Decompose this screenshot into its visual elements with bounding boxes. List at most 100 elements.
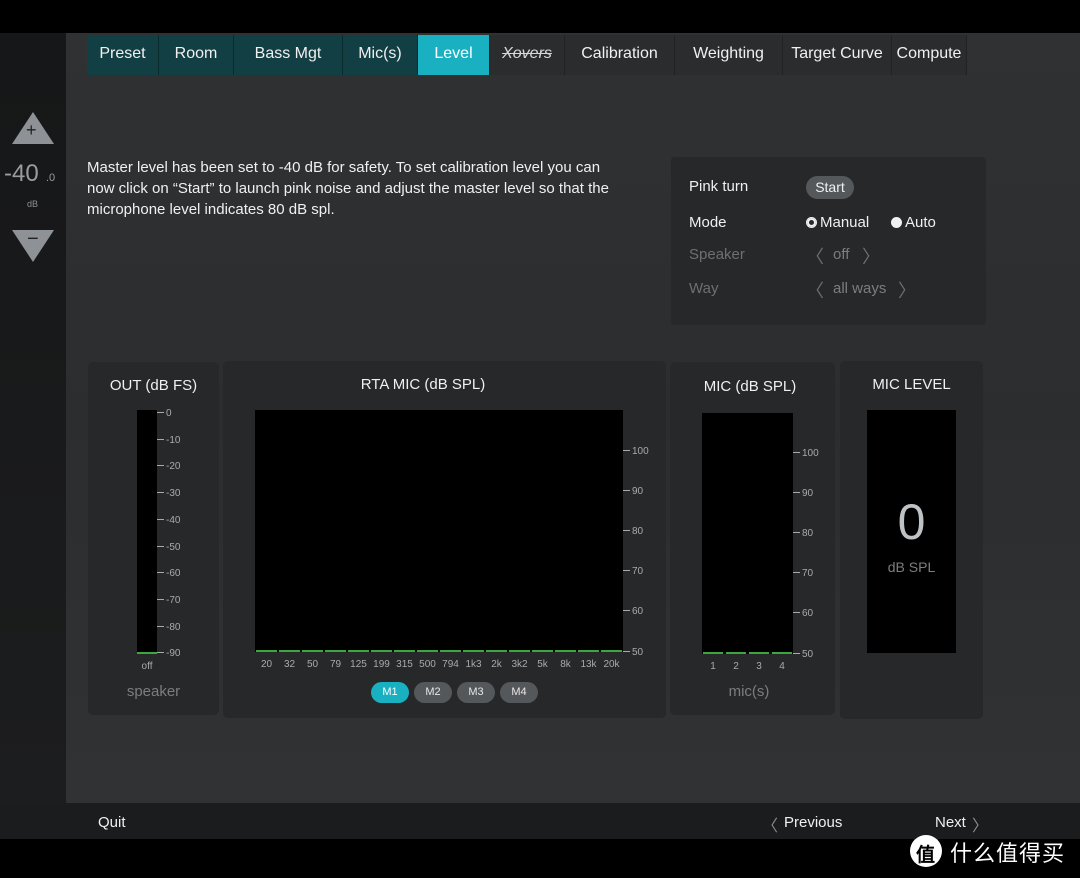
mic-meter-tick: 50 [793,649,813,660]
watermark-text: 什么值得买 [950,841,1066,866]
tab-label: Calibration [581,45,658,62]
out-meter-off-label: off [141,661,153,672]
mic-m1-button[interactable]: M1 [371,682,409,703]
tab-target-curve[interactable]: Target Curve [783,35,892,75]
tab-level[interactable]: Level [418,35,490,75]
out-meter-tick: -30 [157,488,180,499]
master-level-value: -40 [4,160,39,187]
way-prev-icon[interactable]: 〈 [806,277,824,303]
rta-band-label: 79 [329,659,342,670]
mode-auto-radio[interactable]: Auto [891,214,936,231]
start-button[interactable]: Start [806,176,854,199]
mode-manual-radio[interactable]: Manual [806,214,869,231]
volume-up-button[interactable]: + [12,112,54,144]
mode-label: Mode [689,214,727,231]
way-label: Way [689,280,719,297]
rta-band-label: 2k [491,659,502,670]
next-chevron-icon: 〉 [972,818,989,835]
rta-band-bar [578,650,599,652]
mic-meter-tick: 90 [793,488,813,499]
volume-down-button[interactable]: − [12,228,54,262]
mic-channel-label: 4 [779,661,785,672]
mic-channel-label: 3 [756,661,762,672]
rta-display [255,410,623,652]
rta-tick: 50 [623,647,643,658]
rta-tick: 80 [623,526,643,537]
tab-compute[interactable]: Compute [892,35,967,75]
mic-channel-label: 1 [710,661,716,672]
tab-label: Mic(s) [358,45,402,62]
mic-m2-button[interactable]: M2 [414,682,452,703]
speaker-label: Speaker [689,246,745,263]
tab-label: Weighting [693,45,764,62]
rta-band-label: 8k [560,659,571,670]
rta-band-bar [463,650,484,652]
mic-channel-bar [726,652,746,654]
rta-band-bar [509,650,530,652]
left-sidebar [0,33,66,803]
speaker-sublabel: speaker [126,683,181,700]
mic-meter-tick: 100 [793,448,819,459]
rta-band-label: 50 [306,659,319,670]
rta-band-bar [279,650,300,652]
master-level-decimal: .0 [46,172,56,184]
tab-preset[interactable]: Preset [87,35,159,75]
minus-icon: − [27,228,39,250]
tab-label: Room [174,45,218,62]
mic-channel-bar [749,652,769,654]
out-meter-tick: -80 [157,622,180,633]
speaker-next-icon[interactable]: 〉 [862,243,880,269]
tab-mic-s-[interactable]: Mic(s) [343,35,418,75]
rta-band-bar [440,650,461,652]
out-meter-tick: 0 [157,408,172,419]
mic-channel-bar [772,652,792,654]
rta-band-label: 5k [537,659,548,670]
quit-button[interactable]: Quit [98,814,126,831]
mic-meter-title: MIC (dB SPL) [703,378,797,395]
out-meter-tick: -50 [157,542,180,553]
previous-chevron-icon: 〈 [762,818,779,835]
rta-band-label: 32 [283,659,296,670]
tab-label: Xovers [502,45,552,62]
tab-weighting[interactable]: Weighting [675,35,783,75]
mic-level-title: MIC LEVEL [872,376,951,393]
rta-band-label: 315 [396,659,413,670]
out-meter-tick: -90 [157,648,180,659]
out-meter-tick: -20 [157,461,180,472]
rta-band-bar [486,650,507,652]
tab-xovers[interactable]: Xovers [490,35,565,75]
rta-tick: 70 [623,566,643,577]
radio-selected-icon [806,217,817,228]
tab-label: Target Curve [791,45,883,62]
rta-band-bar [325,650,346,652]
rta-band-bar [302,650,323,652]
rta-band-label: 1k3 [465,659,482,670]
rta-band-label: 199 [373,659,390,670]
rta-band-bar [532,650,553,652]
tab-calibration[interactable]: Calibration [565,35,675,75]
master-level-unit: dB [27,199,39,209]
watermark-logo-icon [910,835,942,867]
out-meter-tick: -10 [157,435,180,446]
tab-bass-mgt[interactable]: Bass Mgt [234,35,343,75]
way-next-icon[interactable]: 〉 [898,277,916,303]
tab-label: Compute [896,45,962,62]
mic-m3-button[interactable]: M3 [457,682,495,703]
info-text: Master level has been set to -40 dB for … [87,159,609,218]
tab-label: Level [434,45,473,62]
rta-band-label: 794 [442,659,459,670]
out-meter-title: OUT (dB FS) [109,377,198,394]
previous-button[interactable]: Previous [784,814,842,831]
mic-meter-tick: 70 [793,568,813,579]
rta-band-bar [601,650,622,652]
tab-room[interactable]: Room [159,35,234,75]
next-button[interactable]: Next [935,814,966,831]
rta-tick: 100 [623,446,649,457]
mic-meter-tick: 80 [793,528,813,539]
rta-title: RTA MIC (dB SPL) [360,376,486,393]
rta-band-bar [348,650,369,652]
speaker-prev-icon[interactable]: 〈 [806,243,824,269]
mic-meter-display [702,413,793,654]
mic-m4-button[interactable]: M4 [500,682,538,703]
manual-label: Manual [820,214,870,231]
